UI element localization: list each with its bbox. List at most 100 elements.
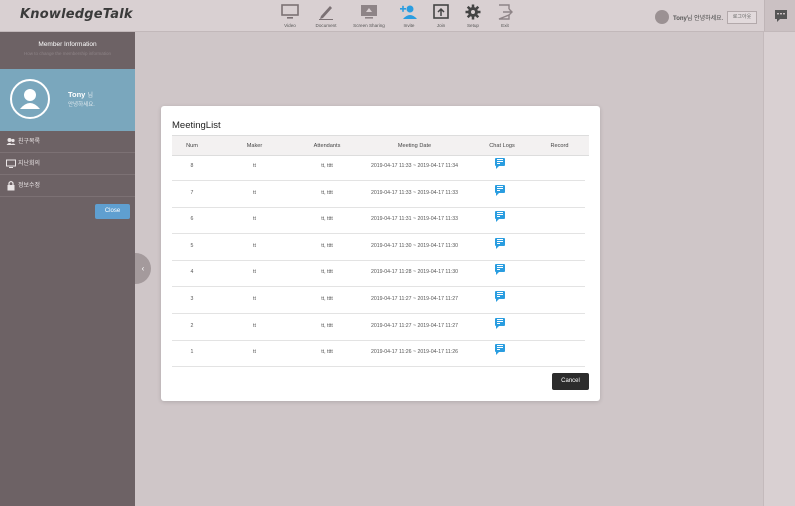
app-logo: KnowledgeTalk [20, 7, 133, 22]
monitor-icon [281, 4, 299, 19]
cell-meeting-date: 2019-04-17 11:26 ~ 2019-04-17 11:26 [370, 349, 459, 356]
table-row: 4 tt tt, tttt 2019-04-17 11:28 ~ 2019-04-17… [172, 260, 585, 288]
col-meeting-date: Meeting Date [397, 143, 432, 149]
gear-icon [465, 4, 481, 20]
modal-title: MeetingList [172, 120, 221, 131]
col-record: Record [550, 143, 569, 149]
exit-button[interactable]: Exit [485, 3, 525, 28]
cell-maker: tt [253, 189, 256, 196]
sidebar-header: Member Information How to change the mem… [0, 32, 135, 69]
cell-maker: tt [253, 349, 256, 356]
cell-attendants: tt, tttt [321, 349, 333, 356]
cell-attendants: tt, tttt [321, 163, 333, 169]
cell-meeting-date: 2019-04-17 11:31 ~ 2019-04-17 11:33 [370, 216, 459, 223]
document-button[interactable]: Document [306, 3, 346, 28]
exit-label: Exit [501, 23, 509, 28]
table-row: 3 tt tt, tttt 2019-04-17 11:27 ~ 2019-04-17… [172, 287, 585, 314]
cancel-button[interactable]: Cancel [552, 373, 589, 390]
chat-icon [775, 10, 787, 22]
cell-meeting-date: 2019-04-17 11:27 ~ 2019-04-17 11:27 [370, 296, 459, 302]
chat-log-icon[interactable] [495, 237, 505, 249]
screen-share-icon [361, 5, 377, 19]
cell-attendants: tt, tttt [321, 269, 333, 276]
document-label: Document [315, 23, 337, 28]
cell-attendants: tt, tttt [321, 216, 333, 223]
member-sidebar: Member Information How to change the mem… [0, 32, 135, 506]
table-row: 8 tt tt, tttt 2019-04-17 11:33 ~ 2019-04-17… [172, 154, 585, 181]
cell-maker: tt [253, 296, 256, 302]
cell-meeting-date: 2019-04-17 11:27 ~ 2019-04-17 11:27 [370, 322, 459, 329]
cell-attendants: tt, tttt [321, 189, 333, 196]
exit-icon [498, 4, 513, 20]
col-maker: Maker [246, 143, 263, 149]
profile-name-text: Tony [68, 90, 86, 99]
user-greeting-text: 님 안녕하세요. [686, 16, 724, 22]
col-num: Num [186, 143, 198, 149]
meeting-list-modal: MeetingList Num Maker Attendants Meeting… [161, 106, 600, 401]
col-attendants: Attendants [313, 143, 341, 149]
cell-num: 3 [190, 296, 194, 302]
cell-num: 4 [190, 269, 194, 276]
table-header: Num Maker Attendants Meeting Date Chat L… [172, 135, 589, 156]
cell-maker: tt [253, 216, 256, 223]
sidebar-title: Member Information [38, 41, 97, 48]
table-row: 1 tt tt, tttt 2019-04-17 11:26 ~ 2019-04-17… [172, 340, 585, 367]
profile-avatar-icon [10, 79, 50, 119]
collapse-sidebar-button[interactable]: ‹ [135, 253, 151, 284]
cell-num: 2 [190, 322, 194, 329]
sidebar-item-friends[interactable]: 친구목록 [0, 131, 135, 153]
cell-maker: tt [253, 242, 256, 249]
cell-maker: tt [253, 269, 256, 276]
pen-icon [319, 6, 333, 20]
sidebar-item-label: 정보수정 [18, 183, 41, 189]
chevron-left-icon: ‹ [141, 264, 145, 273]
chat-log-icon[interactable] [495, 317, 505, 329]
profile-name: Tony 님 [68, 90, 93, 99]
cell-num: 5 [190, 242, 194, 249]
chat-log-icon[interactable] [495, 184, 505, 196]
table-row: 2 tt tt, tttt 2019-04-17 11:27 ~ 2019-04-17… [172, 314, 585, 341]
cell-attendants: tt, tttt [321, 322, 333, 329]
right-panel [763, 32, 795, 506]
sidebar-item-label: 지난회의 [18, 161, 41, 167]
logout-button[interactable]: 로그아웃 [727, 11, 757, 24]
cell-meeting-date: 2019-04-17 11:28 ~ 2019-04-17 11:30 [370, 269, 459, 276]
user-avatar-icon [655, 10, 669, 24]
sidebar-close-button[interactable]: Close [95, 204, 130, 219]
cell-num: 8 [190, 163, 194, 169]
add-user-icon [400, 5, 417, 19]
join-icon [433, 4, 449, 19]
user-greeting: Tony님 안녕하세요. [673, 13, 723, 22]
table-row: 6 tt tt, tttt 2019-04-17 11:31 ~ 2019-04-17… [172, 207, 585, 235]
table-row: 7 tt tt, tttt 2019-04-17 11:33 ~ 2019-04-17… [172, 181, 585, 208]
user-name: Tony [673, 16, 687, 22]
col-chat-logs: Chat Logs [489, 143, 515, 149]
cell-meeting-date: 2019-04-17 11:33 ~ 2019-04-17 11:34 [370, 163, 459, 169]
cell-meeting-date: 2019-04-17 11:33 ~ 2019-04-17 11:33 [370, 189, 459, 196]
top-bar: KnowledgeTalk Video Document Screen Shar… [0, 0, 795, 32]
meeting-table: Num Maker Attendants Meeting Date Chat L… [172, 135, 589, 367]
cell-num: 1 [190, 349, 194, 356]
sidebar-item-label: 친구목록 [18, 139, 41, 145]
profile-greeting: 안녕하세요. [68, 102, 95, 108]
chat-log-icon[interactable] [495, 211, 505, 223]
chat-log-icon[interactable] [495, 344, 505, 356]
cell-maker: tt [253, 322, 256, 329]
sidebar-subtitle: How to change the membership information [23, 51, 112, 56]
chat-log-icon[interactable] [495, 291, 505, 302]
chat-panel-button[interactable] [764, 0, 795, 31]
video-button[interactable]: Video [270, 3, 310, 28]
screen-sharing-label: Screen Sharing [353, 23, 385, 28]
sidebar-item-past-meetings[interactable]: 지난회의 [0, 153, 135, 175]
cell-num: 7 [190, 189, 194, 196]
chat-log-icon[interactable] [495, 264, 505, 276]
profile-card: Tony 님 안녕하세요. [0, 69, 135, 131]
video-label: Video [284, 23, 296, 28]
sidebar-item-edit-info[interactable]: 정보수정 [0, 175, 135, 197]
cell-maker: tt [253, 163, 256, 169]
screen-sharing-button[interactable]: Screen Sharing [349, 3, 389, 28]
lock-icon [6, 175, 16, 207]
chat-log-icon[interactable] [495, 158, 505, 169]
cell-attendants: tt, tttt [321, 242, 333, 249]
table-row: 5 tt tt, tttt 2019-04-17 11:30 ~ 2019-04-17… [172, 234, 585, 261]
